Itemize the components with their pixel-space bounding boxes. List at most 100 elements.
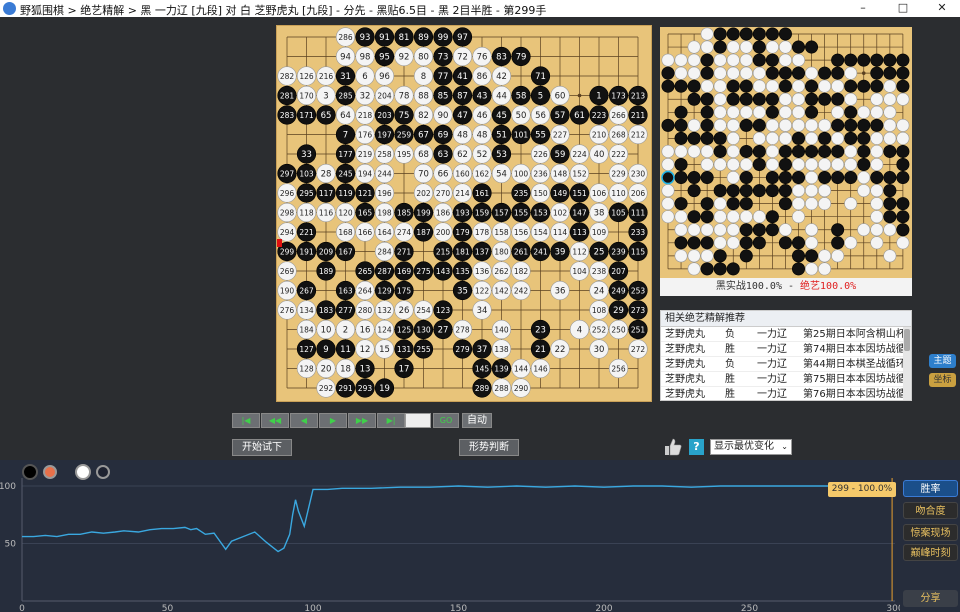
stone-black: 83 xyxy=(491,46,512,67)
stone-white: 274 xyxy=(394,222,414,242)
close-button[interactable]: ✕ xyxy=(925,0,959,17)
stone-white xyxy=(739,105,753,119)
prev-move-button[interactable]: ◀ xyxy=(290,413,318,428)
move-number: 76 xyxy=(477,53,488,63)
stone-white: 288 xyxy=(491,378,512,398)
white-stone-icon[interactable] xyxy=(75,464,91,480)
stone-black xyxy=(752,118,766,132)
move-number: 139 xyxy=(494,365,509,374)
stone-black: 153 xyxy=(530,202,551,223)
stone-black xyxy=(896,79,910,93)
stone-black: 43 xyxy=(472,85,492,106)
stone-black xyxy=(844,118,858,132)
winrate-chart[interactable]: 100 50 0 50 100 150 200 250 300 xyxy=(0,460,900,612)
theme-button[interactable]: 主题 xyxy=(929,354,956,368)
stone-white: 222 xyxy=(608,144,629,164)
maximize-button[interactable]: □ xyxy=(886,0,920,17)
stone-black xyxy=(778,66,792,80)
stone-black: 277 xyxy=(335,300,356,320)
minimize-button[interactable]: – xyxy=(846,0,880,17)
recommend-row[interactable]: 芝野虎丸 负 一力辽 第44期日本棋圣战循环 xyxy=(661,357,911,372)
stone-white: 218 xyxy=(355,105,375,125)
next-move-button[interactable]: ▶ xyxy=(319,413,347,428)
move-number: 229 xyxy=(611,170,626,179)
tab-match-rate[interactable]: 吻合度 xyxy=(903,502,958,519)
tab-winrate[interactable]: 胜率 xyxy=(903,480,958,497)
recommend-row[interactable]: 芝野虎丸 负 一力辽 第25期日本阿含桐山杯 xyxy=(661,327,911,342)
move-number: 143 xyxy=(436,267,451,276)
tab-classic-moments[interactable]: 惊案现场 xyxy=(903,524,958,541)
scroll-thumb[interactable] xyxy=(904,329,910,351)
white-color-dot[interactable] xyxy=(96,465,110,479)
stone-white xyxy=(700,27,714,41)
recommend-row[interactable]: 芝野虎丸 胜 一力辽 第76期日本本因坊战循环 xyxy=(661,387,911,400)
stone-white: 269 xyxy=(277,261,297,281)
variation-select[interactable]: 显示最优变化 ⌄ xyxy=(710,439,792,455)
main-go-board[interactable]: 93 91 81 89 99 97 286 94 98 95 92 80 73 72 76 83 79 282 12… xyxy=(276,25,652,402)
move-number: 98 xyxy=(360,53,371,63)
move-number: 158 xyxy=(494,228,509,237)
recommend-row[interactable]: 芝野虎丸 胜 一力辽 第75期日本本因坊战循环 xyxy=(661,372,911,387)
stone-black xyxy=(844,105,858,119)
stone-black: 39 xyxy=(550,241,570,262)
coordinates-button[interactable]: 坐标 xyxy=(929,373,956,387)
stone-white xyxy=(739,53,753,67)
winrate-chart-area: 10050050100150200250300 299 - 100.0% 胜率 … xyxy=(0,460,960,612)
go-button[interactable]: GO xyxy=(433,413,459,428)
back-ten-button[interactable]: ◀◀ xyxy=(261,413,289,428)
stone-white xyxy=(713,158,727,172)
stone-black xyxy=(831,223,845,237)
stone-white: 284 xyxy=(374,241,395,262)
y-tick-label: 50 xyxy=(5,540,17,550)
recommend-result: 负 xyxy=(725,329,735,340)
stone-white: 26 xyxy=(394,300,414,320)
stone-black: 279 xyxy=(452,339,473,359)
auto-play-button[interactable]: 自动 xyxy=(462,413,492,428)
move-number: 187 xyxy=(416,228,431,237)
stone-black: 77 xyxy=(433,66,453,86)
stone-white: 238 xyxy=(589,261,609,281)
move-number: 244 xyxy=(377,170,392,179)
share-button[interactable]: 分享 xyxy=(903,590,958,607)
move-number: 129 xyxy=(377,287,392,296)
first-move-button[interactable]: |◀ xyxy=(232,413,260,428)
move-number: 7 xyxy=(343,131,348,141)
black-color-dot[interactable] xyxy=(43,465,57,479)
recommend-row[interactable]: 芝野虎丸 胜 一力辽 第74期日本本因坊战循环 xyxy=(661,342,911,357)
stone-white: 256 xyxy=(608,358,629,379)
stone-black xyxy=(765,210,779,224)
move-number: 109 xyxy=(592,228,607,237)
stone-black: 130 xyxy=(413,319,434,340)
move-number: 86 xyxy=(477,72,488,82)
move-number: 46 xyxy=(477,111,488,121)
move-number-input[interactable] xyxy=(405,413,431,428)
tab-peak-moments[interactable]: 巅峰时刻 xyxy=(903,544,958,561)
position-judge-button[interactable]: 形势判断 xyxy=(459,439,519,456)
move-number: 179 xyxy=(455,228,470,237)
forward-ten-button[interactable]: ▶▶ xyxy=(348,413,376,428)
recommend-scrollbar[interactable] xyxy=(903,327,911,400)
move-number: 295 xyxy=(299,189,314,198)
stone-white: 82 xyxy=(413,105,434,125)
stone-black xyxy=(778,184,792,198)
stone-white xyxy=(726,144,740,158)
move-number: 182 xyxy=(514,267,529,276)
stone-black xyxy=(805,105,819,119)
stone-white: 176 xyxy=(355,124,375,145)
help-icon[interactable]: ? xyxy=(689,439,704,455)
black-stone-icon[interactable] xyxy=(22,464,38,480)
stone-black xyxy=(661,79,675,93)
move-number: 60 xyxy=(555,92,566,102)
stone-white: 170 xyxy=(296,85,317,106)
start-trial-button[interactable]: 开始试下 xyxy=(232,439,292,456)
stone-black xyxy=(713,144,727,158)
move-number: 110 xyxy=(611,189,626,198)
stone-white xyxy=(805,171,819,185)
stone-black: 58 xyxy=(511,85,531,106)
main-board-svg[interactable]: 93 91 81 89 99 9728694 98 95 92 80 73 72 76 83 79282 12… xyxy=(277,26,653,403)
move-number: 152 xyxy=(572,170,587,179)
move-number: 268 xyxy=(611,131,626,140)
last-move-button[interactable]: ▶| xyxy=(377,413,405,428)
move-number: 204 xyxy=(377,92,392,101)
thumbs-up-icon[interactable] xyxy=(663,437,683,457)
